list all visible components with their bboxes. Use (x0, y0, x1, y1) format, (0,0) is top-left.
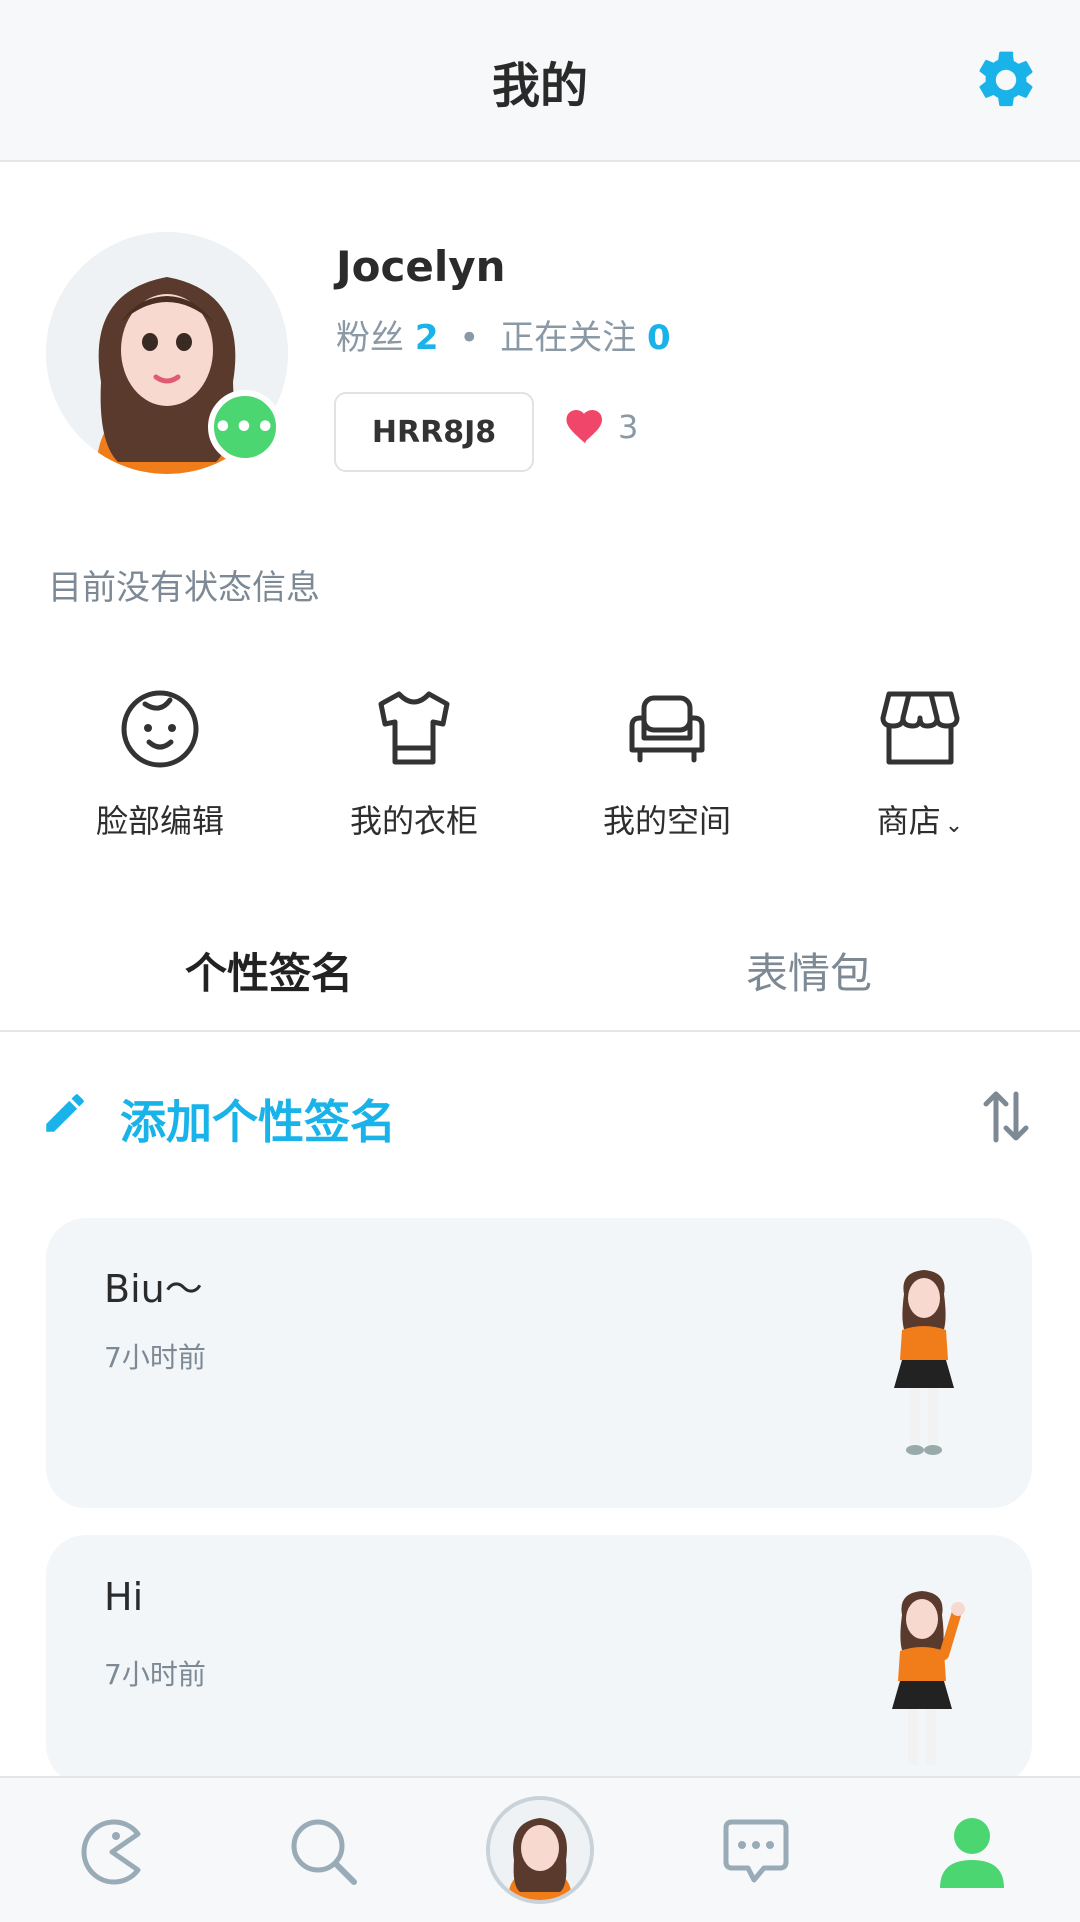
nav-avatar-illustration (490, 1800, 590, 1900)
user-code-chip[interactable]: HRR8J8 (334, 392, 534, 472)
follow-stats: 粉丝 2 • 正在关注 0 (336, 310, 671, 359)
chevron-down-icon: ⌄ (944, 813, 964, 838)
sort-icon[interactable] (982, 1088, 1030, 1144)
pencil-icon (46, 1094, 84, 1132)
shirt-icon (378, 691, 450, 765)
wardrobe-button[interactable]: 我的衣柜 (304, 682, 524, 842)
signature-text: Hi (104, 1575, 144, 1619)
avatar-character-figure (892, 1591, 965, 1765)
more-options-badge[interactable]: ••• (208, 390, 282, 464)
add-signature-label: 添加个性签名 (120, 1095, 396, 1149)
avatar-character-figure (894, 1270, 954, 1455)
username: Jocelyn (336, 242, 506, 291)
bottom-navigation (0, 1776, 1080, 1922)
store-label: 商店 ⌄ (810, 796, 1030, 842)
following-count[interactable]: 0 (647, 318, 671, 358)
add-signature-row[interactable]: 添加个性签名 (0, 1070, 1080, 1190)
store-button[interactable]: 商店 ⌄ (810, 682, 1030, 842)
quick-actions: 脸部编辑 我的衣柜 我的空间 商店 ⌄ (0, 682, 1080, 852)
followers-count[interactable]: 2 (415, 318, 439, 358)
face-edit-label: 脸部编辑 (95, 802, 224, 840)
stats-separator: • (459, 318, 480, 358)
signature-card[interactable]: Hi 7小时前 (46, 1535, 1032, 1785)
tab-signature[interactable]: 个性签名 (185, 940, 353, 1001)
content-tabs: 个性签名 表情包 (0, 910, 1080, 1032)
store-label-text: 商店 (876, 802, 941, 840)
nav-avatar-button[interactable] (486, 1796, 594, 1904)
signature-time: 7小时前 (104, 1341, 206, 1374)
app-header: 我的 (0, 0, 1080, 162)
signature-text: Biu～ (104, 1267, 203, 1311)
page-title: 我的 (491, 58, 588, 114)
face-edit-button[interactable]: 脸部编辑 (50, 682, 270, 842)
likes-count: 3 (618, 408, 639, 446)
sofa-icon (629, 695, 705, 763)
settings-gear-icon[interactable] (972, 46, 1040, 114)
signature-card[interactable]: Biu～ 7小时前 (46, 1218, 1032, 1508)
status-text: 目前没有状态信息 (48, 568, 320, 608)
nav-profile-icon[interactable] (932, 1812, 1012, 1892)
heart-icon (566, 410, 602, 444)
following-label: 正在关注 (500, 318, 637, 358)
tab-stickers[interactable]: 表情包 (746, 940, 872, 1001)
my-space-button[interactable]: 我的空间 (557, 682, 777, 842)
nav-chat-bubble-icon[interactable] (716, 1812, 796, 1892)
wardrobe-label: 我的衣柜 (349, 802, 478, 840)
store-icon (880, 691, 960, 765)
nav-home-pacman-icon[interactable] (72, 1812, 152, 1892)
nav-search-icon[interactable] (284, 1812, 364, 1892)
followers-label: 粉丝 (336, 318, 404, 358)
likes-counter[interactable]: 3 (566, 408, 638, 446)
signature-time: 7小时前 (104, 1658, 206, 1691)
face-icon (121, 690, 199, 768)
my-space-label: 我的空间 (602, 802, 731, 840)
